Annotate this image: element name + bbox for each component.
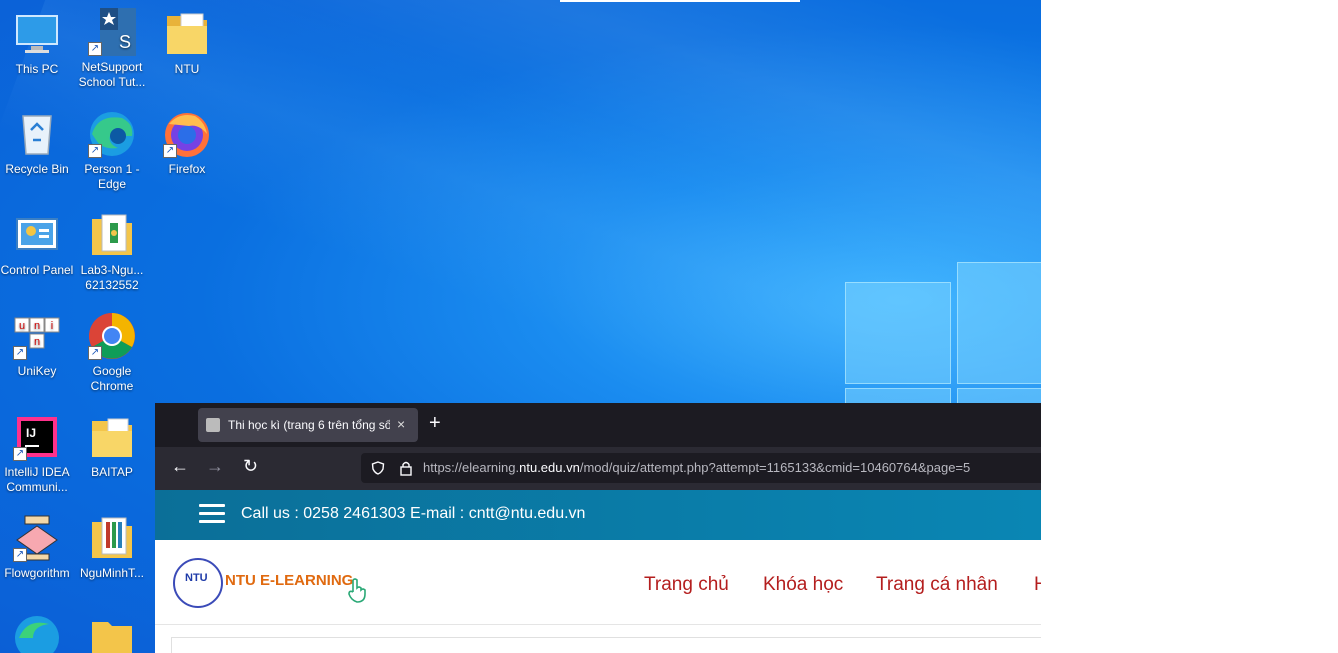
desktop-icon-lab3[interactable]: Lab3-Ngu... 62132552 [75,211,149,293]
edge-icon [13,612,61,653]
desktop-icon-label: This PC [15,62,59,76]
flowgorithm-icon: ↗ [13,514,61,562]
logo-mark: NTU [185,572,208,584]
unikey-icon: unin ↗ [13,312,61,360]
forward-button[interactable]: → [206,457,224,475]
tab-title: Thi học kì (trang 6 trên tổng số [228,418,390,432]
monitor-icon [13,10,61,58]
nav-profile[interactable]: Trang cá nhân [876,574,998,596]
ntu-emblem-icon: NTU [173,558,223,608]
shortcut-arrow-icon: ↗ [88,346,102,360]
desktop-icon-label: Google Chrome [90,364,134,393]
svg-text:i: i [51,320,53,332]
lock-icon[interactable] [399,460,413,476]
logo-text: NTU E-LEARNING [225,572,354,589]
desktop-icon-label: UniKey [17,364,57,378]
desktop-icon-label: BAITAP [91,465,133,479]
url-domain: ntu.edu.vn [519,460,580,475]
desktop-icon-label: NguMinhT... [79,566,145,580]
zip-folder-icon [88,211,136,259]
netsupport-icon: S ↗ [88,8,136,56]
windows-logo-pane [957,262,1041,384]
desktop-icon-edge-partial[interactable] [0,612,74,653]
desktop-icon-chrome[interactable]: ↗ Google Chrome [75,312,149,394]
desktop-icon-nguminh[interactable]: NguMinhT... [75,514,149,581]
shortcut-arrow-icon: ↗ [13,548,27,562]
control-panel-icon [13,211,61,259]
desktop-icon-baitap[interactable]: BAITAP [75,413,149,480]
folder-icon [88,413,136,461]
firefox-icon: ↗ [163,110,211,158]
nav-more[interactable]: H [1034,574,1041,596]
svg-text:IJ: IJ [26,426,36,440]
desktop-icon-label: IntelliJ IDEA Communi... [4,465,70,494]
browser-tab-active[interactable]: Thi học kì (trang 6 trên tổng số × [198,408,418,442]
contact-info: Call us : 0258 2461303 E-mail : cntt@ntu… [241,505,586,522]
url-bar[interactable]: https://elearning.ntu.edu.vn/mod/quiz/at… [361,453,1041,483]
url-path: /mod/quiz/attempt.php?attempt=1165133&cm… [579,460,971,475]
intellij-icon: IJ ↗ [13,413,61,461]
svg-text:u: u [19,320,25,332]
tab-close-icon[interactable]: × [397,416,405,432]
nav-courses[interactable]: Khóa học [763,574,843,596]
content-area [171,637,1041,653]
reload-button[interactable]: ↻ [243,457,258,475]
desktop-icon-intellij[interactable]: IJ ↗ IntelliJ IDEA Communi... [0,413,74,495]
svg-text:n: n [34,336,40,348]
zip-folder-icon [88,514,136,562]
desktop-icon-label: Recycle Bin [5,162,69,176]
desktop-icon-ntu[interactable]: NTU [150,10,224,77]
shortcut-arrow-icon: ↗ [88,144,102,158]
desktop-icon-netsupport[interactable]: S ↗ NetSupport School Tut... [75,8,149,90]
desktop-icon-label: Firefox [168,162,206,176]
desktop-icon-label: Control Panel [0,263,74,277]
chrome-icon: ↗ [88,312,136,360]
windows-logo [845,262,1041,430]
hamburger-menu-icon[interactable] [199,504,225,524]
desktop-icon-this-pc[interactable]: This PC [0,10,74,77]
tab-bar: Thi học kì (trang 6 trên tổng số × + [155,403,1041,447]
svg-text:n: n [34,320,40,332]
back-button[interactable]: ← [171,457,189,475]
shortcut-arrow-icon: ↗ [163,144,177,158]
windows-logo-pane [845,282,951,384]
recycle-bin-icon [13,110,61,158]
url-prefix: https://elearning. [423,460,520,475]
site-header: NTU NTU E-LEARNING Trang chủ Khóa học Tr… [155,540,1041,625]
folder-icon [163,10,211,58]
new-tab-button[interactable]: + [429,413,441,433]
desktop-icon-label: Person 1 - Edge [84,162,140,191]
desktop-icon-firefox[interactable]: ↗ Firefox [150,110,224,177]
svg-text:S: S [119,32,131,52]
desktop-icon-control-panel[interactable]: Control Panel [0,211,74,278]
desktop-icon-label: NTU [174,62,200,76]
shield-icon[interactable] [371,461,385,475]
navigation-bar: ← → ↻ https://elearning.ntu.edu.vn/mod/q… [155,447,1041,490]
edge-icon: ↗ [88,110,136,158]
wallpaper-top-strip [560,0,800,2]
desktop-icon-recycle-bin[interactable]: Recycle Bin [0,110,74,177]
desktop-icon-unikey[interactable]: unin ↗ UniKey [0,312,74,379]
desktop-icon-label: NetSupport School Tut... [78,60,146,89]
site-contact-bar: Call us : 0258 2461303 E-mail : cntt@ntu… [155,490,1041,540]
browser-window: Thi học kì (trang 6 trên tổng số × + ← →… [155,403,1041,653]
desktop-icon-label: Lab3-Ngu... 62132552 [80,263,144,292]
desktop-icon-edge-person1[interactable]: ↗ Person 1 - Edge [75,110,149,192]
shortcut-arrow-icon: ↗ [13,346,27,360]
ntu-elearning-logo[interactable]: NTU NTU E-LEARNING [173,558,373,610]
desktop-icon-label: Flowgorithm [4,566,70,580]
shortcut-arrow-icon: ↗ [13,447,27,461]
pointing-hand-icon [348,578,366,603]
quiz-favicon-icon [206,418,220,432]
nav-home[interactable]: Trang chủ [644,574,729,596]
folder-icon [88,614,136,653]
desktop-icon-folder-partial[interactable] [75,614,149,653]
desktop-icon-flowgorithm[interactable]: ↗ Flowgorithm [0,514,74,581]
url-text[interactable]: https://elearning.ntu.edu.vn/mod/quiz/at… [423,460,970,475]
shortcut-arrow-icon: ↗ [88,42,102,56]
